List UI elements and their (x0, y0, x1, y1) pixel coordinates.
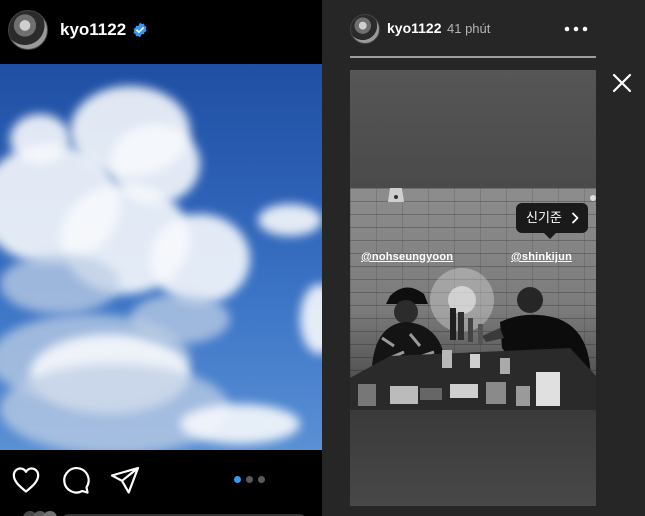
story-background-top (350, 70, 596, 188)
verified-badge-icon (133, 22, 147, 38)
post-action-bar (0, 458, 322, 502)
heart-icon[interactable] (10, 464, 42, 496)
post-photo-sky[interactable] (0, 64, 322, 450)
likers-row-blurred (23, 511, 304, 516)
profile-avatar[interactable] (8, 10, 48, 50)
chevron-right-icon (571, 212, 579, 224)
story-username[interactable]: kyo1122 (387, 20, 442, 36)
story-timestamp: 41 phút (447, 21, 491, 36)
story-background-bottom (350, 410, 596, 506)
carousel-dot (246, 476, 253, 483)
more-options-icon[interactable] (560, 14, 592, 44)
story-viewer: kyo1122 41 phút @nohseungyoon @shinkijun… (322, 0, 645, 516)
mention-tag-nohseungyoon[interactable]: @nohseungyoon (361, 251, 453, 263)
post-header: kyo1122 (0, 0, 322, 64)
story-avatar[interactable] (350, 14, 380, 44)
mention-popup-label: 신기준 (526, 210, 562, 225)
paper-plane-icon[interactable] (109, 464, 141, 496)
comment-bubble-icon[interactable] (60, 464, 92, 496)
close-icon[interactable] (608, 69, 636, 97)
story-progress-bar (350, 56, 596, 58)
mention-tag-shinkijun[interactable]: @shinkijun (511, 251, 572, 263)
post-username[interactable]: kyo1122 (60, 20, 126, 40)
feed-post: kyo1122 (0, 0, 322, 516)
mention-popup[interactable]: 신기준 (516, 203, 588, 239)
story-frame[interactable]: @nohseungyoon @shinkijun 신기준 (350, 70, 596, 506)
carousel-dot (258, 476, 265, 483)
carousel-dot-active (234, 476, 241, 483)
